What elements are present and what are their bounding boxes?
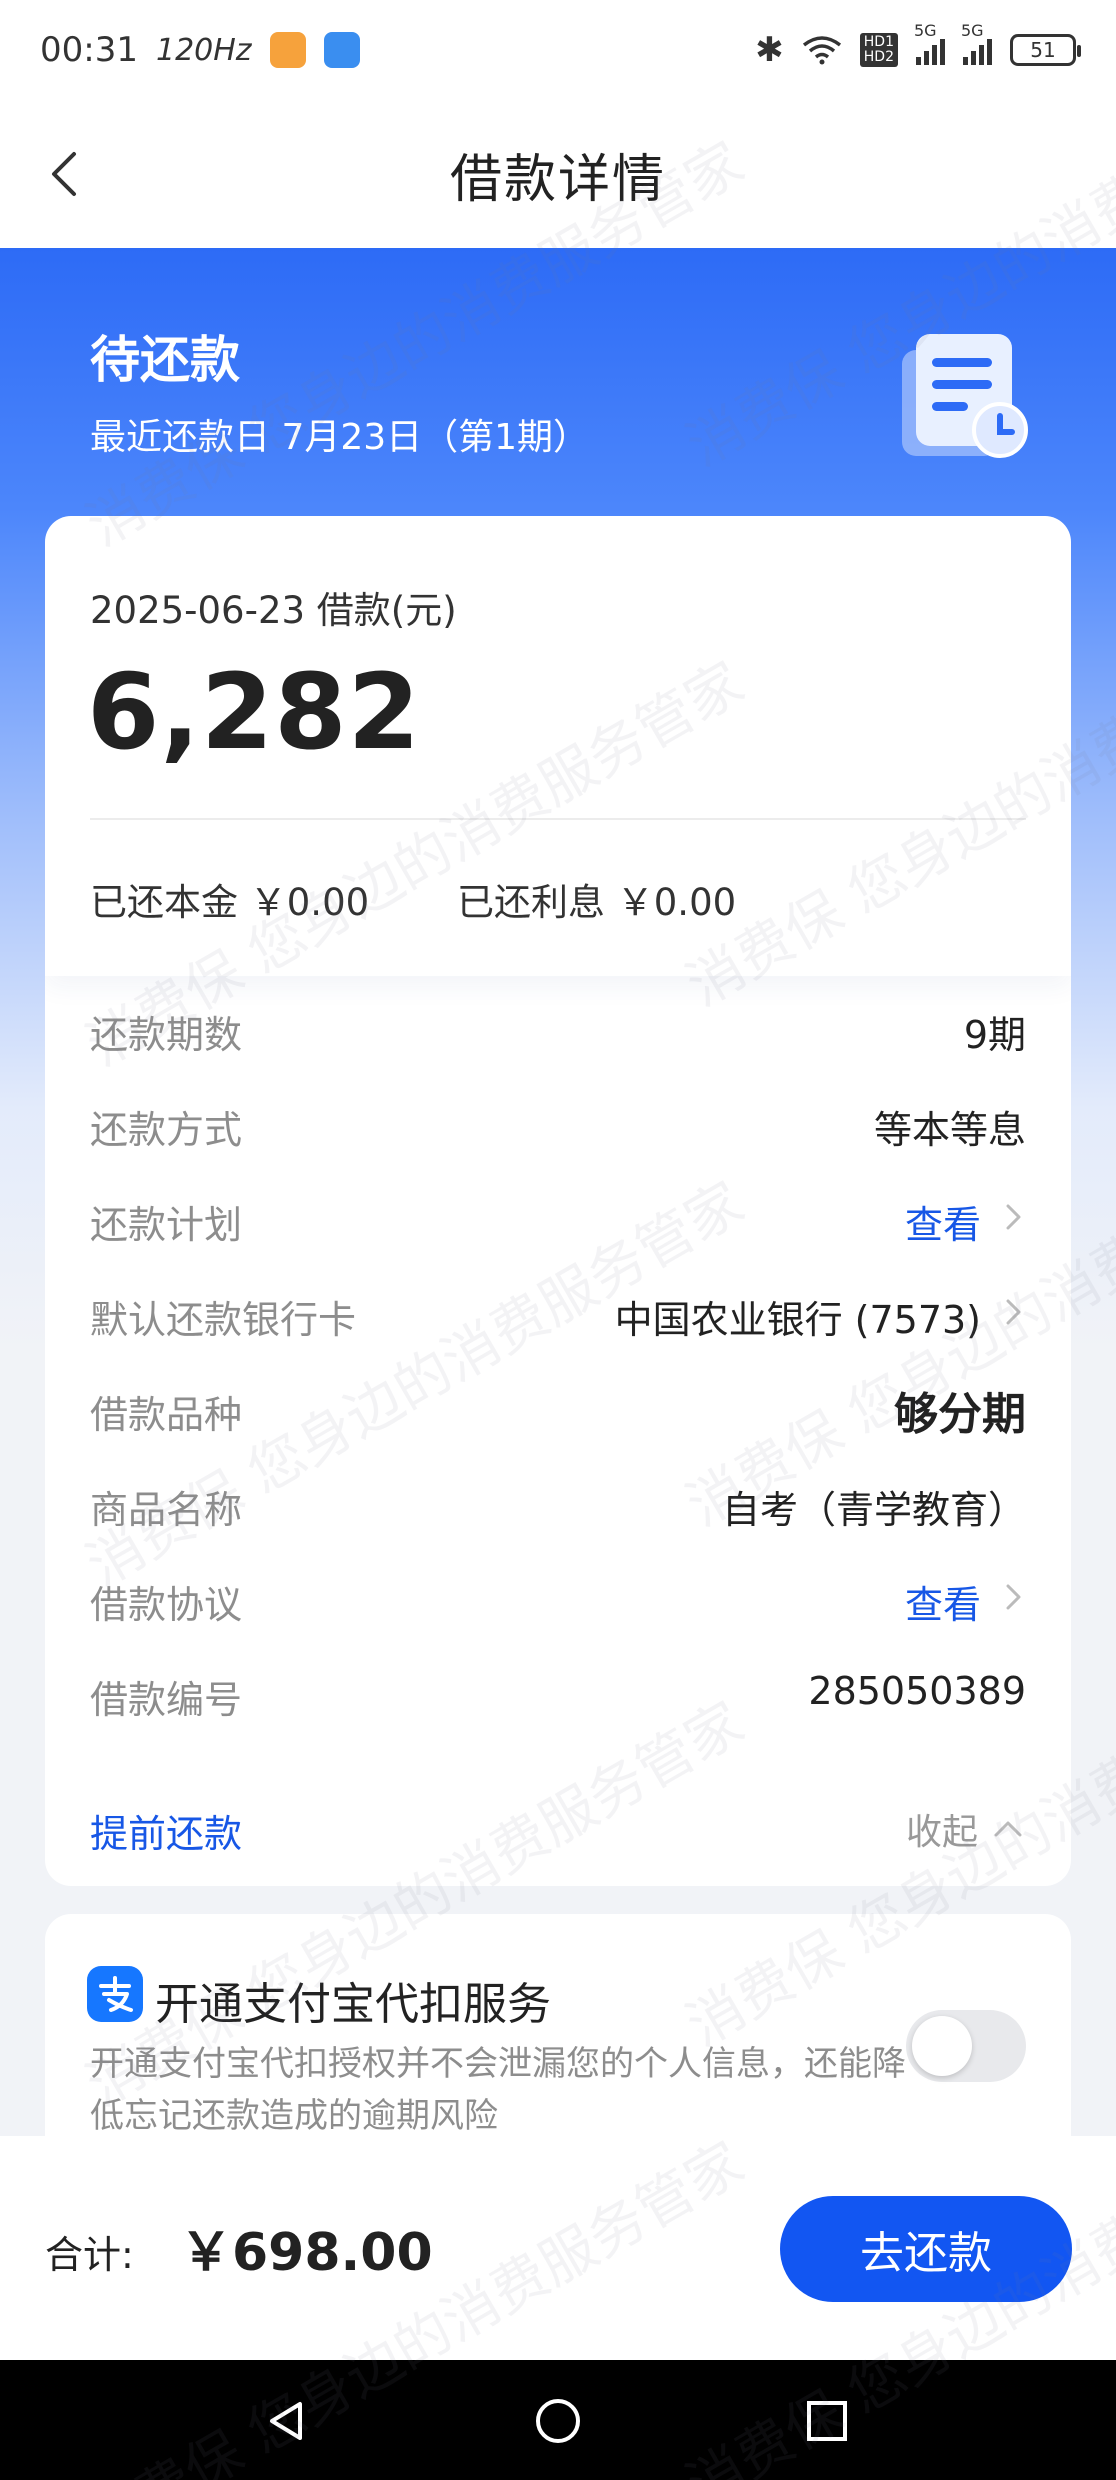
row-bank-card[interactable]: 默认还款银行卡 中国农业银行 (7573) <box>45 1261 1071 1356</box>
back-triangle-icon[interactable] <box>262 2396 312 2446</box>
row-value: 9期 <box>963 1013 1026 1057</box>
signal-icon: 5G <box>914 21 945 65</box>
detail-list: 还款期数 9期 还款方式 等本等息 还款计划 查看 默认还款银行卡 中国农业银行… <box>45 976 1071 1736</box>
bank-card-value[interactable]: 中国农业银行 (7573) <box>615 1289 981 1344</box>
refresh-rate: 120Hz <box>155 32 252 68</box>
row-value: 自考（青学教育） <box>721 1488 1026 1532</box>
status-bar: 00:31 120Hz ✱ HD1 HD2 5G 5G 51 <box>0 0 1116 100</box>
row-value: 285050389 <box>808 1669 1026 1713</box>
back-arrow-icon[interactable] <box>36 144 96 204</box>
alipay-title: 开通支付宝代扣服务 <box>155 1979 551 2030</box>
row-loan-number: 借款编号 285050389 <box>45 1641 1071 1736</box>
row-label: 默认还款银行卡 <box>90 1298 357 1342</box>
document-clock-icon <box>902 334 1028 458</box>
alipay-toggle[interactable] <box>906 2010 1026 2082</box>
page-title: 借款详情 <box>449 149 666 210</box>
chevron-right-icon <box>1006 1204 1021 1230</box>
row-repayment-plan[interactable]: 还款计划 查看 <box>45 1166 1071 1261</box>
recents-square-icon[interactable] <box>802 2396 852 2446</box>
prepay-link[interactable]: 提前还款 <box>90 1803 242 1858</box>
total-amount: ￥698.00 <box>180 2223 433 2283</box>
loan-status: 待还款 <box>90 331 240 389</box>
alipay-description: 开通支付宝代扣授权并不会泄漏您的个人信息，还能降低忘记还款造成的逾期风险 <box>90 2044 906 2136</box>
signal-icon-2: 5G <box>961 21 992 65</box>
toggle-knob <box>912 2016 972 2076</box>
loan-date-label: 2025-06-23 借款(元) <box>90 589 457 632</box>
system-nav-bar <box>0 2360 1116 2480</box>
loan-summary: 2025-06-23 借款(元) 6,282 已还本金 ￥0.00 已还利息 ￥… <box>45 516 1071 976</box>
bottom-bar: 合计: ￥698.00 去还款 <box>0 2136 1116 2360</box>
loan-amount: 6,282 <box>87 651 421 773</box>
row-label: 还款期数 <box>90 1013 243 1057</box>
alipay-icon <box>87 1966 143 2022</box>
hd-icon: HD1 HD2 <box>859 33 898 67</box>
status-time: 00:31 <box>40 30 138 70</box>
nav-bar: 借款详情 <box>0 100 1116 248</box>
collapse-label: 收起 <box>905 1812 978 1853</box>
total-label: 合计: <box>45 2233 134 2277</box>
row-value: 够分期 <box>894 1389 1026 1440</box>
row-label: 还款方式 <box>90 1108 243 1152</box>
row-label: 商品名称 <box>90 1488 243 1532</box>
repaid-principal: 已还本金 ￥0.00 <box>90 881 370 924</box>
collapse-button[interactable]: 收起 <box>906 1803 1026 1855</box>
next-due-date: 最近还款日 7月23日（第1期） <box>90 417 590 458</box>
loan-detail-card: 2025-06-23 借款(元) 6,282 已还本金 ￥0.00 已还利息 ￥… <box>45 516 1071 1886</box>
battery-icon: 51 <box>1010 34 1081 66</box>
view-agreement-link[interactable]: 查看 <box>905 1574 981 1629</box>
divider <box>90 818 1026 820</box>
row-loan-product: 借款品种 够分期 <box>45 1356 1071 1451</box>
app-notification-icon <box>269 32 306 68</box>
view-plan-link[interactable]: 查看 <box>905 1194 981 1249</box>
repaid-interest: 已还利息 ￥0.00 <box>457 881 737 924</box>
repay-button[interactable]: 去还款 <box>780 2196 1072 2302</box>
chevron-right-icon <box>1006 1299 1021 1325</box>
chevron-right-icon <box>1006 1584 1021 1610</box>
app-notification-icon-2 <box>323 32 360 68</box>
card-actions: 提前还款 收起 <box>45 1781 1071 1871</box>
row-label: 借款协议 <box>90 1583 243 1627</box>
row-label: 借款编号 <box>90 1678 243 1722</box>
home-circle-icon[interactable] <box>533 2396 583 2446</box>
row-label: 还款计划 <box>90 1203 243 1247</box>
row-repayment-method: 还款方式 等本等息 <box>45 1071 1071 1166</box>
row-value: 等本等息 <box>873 1108 1026 1152</box>
bluetooth-icon: ✱ <box>755 30 784 70</box>
chevron-up-icon <box>994 1821 1022 1837</box>
wifi-icon <box>802 36 841 65</box>
row-loan-agreement[interactable]: 借款协议 查看 <box>45 1546 1071 1641</box>
row-installments: 还款期数 9期 <box>45 976 1071 1071</box>
row-label: 借款品种 <box>90 1393 243 1437</box>
row-product-name: 商品名称 自考（青学教育） <box>45 1451 1071 1546</box>
